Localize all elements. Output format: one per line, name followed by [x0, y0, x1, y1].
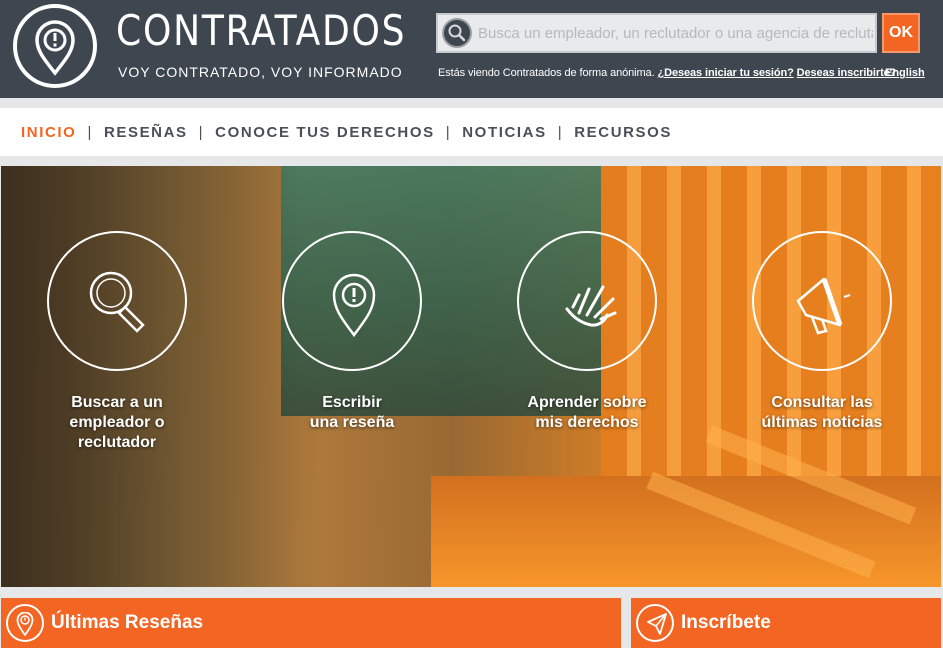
nav-separator: | — [445, 123, 452, 141]
nav-item-recursos[interactable]: RECURSOS — [574, 124, 672, 141]
feature-label[interactable]: Escribir una reseña — [252, 393, 452, 433]
raised-hand-icon — [565, 285, 617, 327]
nav-separator: | — [198, 123, 205, 141]
latest-reviews-panel: Últimas Reseñas — [1, 598, 621, 648]
feature-latest-news[interactable]: Consultar las últimas noticias — [722, 231, 922, 433]
search-box — [436, 13, 877, 53]
location-pin-icon — [35, 20, 75, 76]
hero-banner: Buscar a un empleador o reclutador Escri… — [1, 166, 941, 587]
paper-plane-icon — [636, 604, 674, 642]
feature-write-review[interactable]: Escribir una reseña — [252, 231, 452, 433]
feature-ring[interactable] — [517, 231, 657, 371]
language-link[interactable]: English — [885, 67, 925, 79]
feature-label[interactable]: Consultar las últimas noticias — [722, 393, 922, 433]
nav-item-derechos[interactable]: CONOCE TUS DERECHOS — [215, 124, 435, 141]
location-pin-icon — [6, 604, 44, 642]
nav-link-inicio[interactable]: INICIO — [21, 124, 76, 141]
search-ok-button[interactable]: OK — [882, 13, 920, 53]
nav-link-recursos[interactable]: RECURSOS — [574, 124, 672, 141]
logo[interactable] — [13, 4, 97, 88]
brand-name[interactable]: CONTRATADOS — [116, 6, 406, 55]
search-icon — [89, 271, 145, 333]
feature-label[interactable]: Buscar a un empleador o reclutador — [17, 393, 217, 453]
nav-link-noticias[interactable]: NOTICIAS — [462, 124, 546, 141]
search-icon[interactable] — [442, 18, 472, 48]
nav-link-derechos[interactable]: CONOCE TUS DERECHOS — [215, 124, 435, 141]
session-status: Estás viendo Contratados de forma anónim… — [438, 67, 896, 79]
nav-separator: | — [557, 123, 564, 141]
tagline: VOY CONTRATADO, VOY INFORMADO — [118, 64, 403, 80]
feature-ring[interactable] — [47, 231, 187, 371]
megaphone-icon — [796, 277, 851, 335]
nav-separator: | — [87, 123, 93, 141]
feature-learn-rights[interactable]: Aprender sobre mis derechos — [487, 231, 687, 433]
signup-title[interactable]: Inscríbete — [681, 612, 771, 634]
feature-search-employer[interactable]: Buscar a un empleador o reclutador — [17, 231, 217, 453]
feature-ring[interactable] — [752, 231, 892, 371]
main-nav: INICIO | RESEÑAS | CONOCE TUS DERECHOS |… — [0, 108, 943, 156]
feature-ring[interactable] — [282, 231, 422, 371]
search-input[interactable] — [478, 15, 873, 51]
signup-link[interactable]: Deseas inscribirte? — [797, 67, 897, 79]
session-text: Estás viendo Contratados de forma anónim… — [438, 67, 655, 79]
nav-item-resenas[interactable]: RESEÑAS — [104, 124, 188, 141]
login-link[interactable]: ¿Deseas iniciar tu sesión? — [658, 67, 794, 79]
feature-label[interactable]: Aprender sobre mis derechos — [487, 393, 687, 433]
site-header: CONTRATADOS VOY CONTRATADO, VOY INFORMAD… — [0, 0, 943, 98]
nav-item-noticias[interactable]: NOTICIAS — [462, 124, 546, 141]
nav-link-resenas[interactable]: RESEÑAS — [104, 124, 188, 141]
nav-item-inicio[interactable]: INICIO — [21, 124, 76, 141]
latest-reviews-title[interactable]: Últimas Reseñas — [51, 612, 203, 634]
location-pin-icon — [332, 273, 376, 338]
signup-panel: Inscríbete — [631, 598, 941, 648]
